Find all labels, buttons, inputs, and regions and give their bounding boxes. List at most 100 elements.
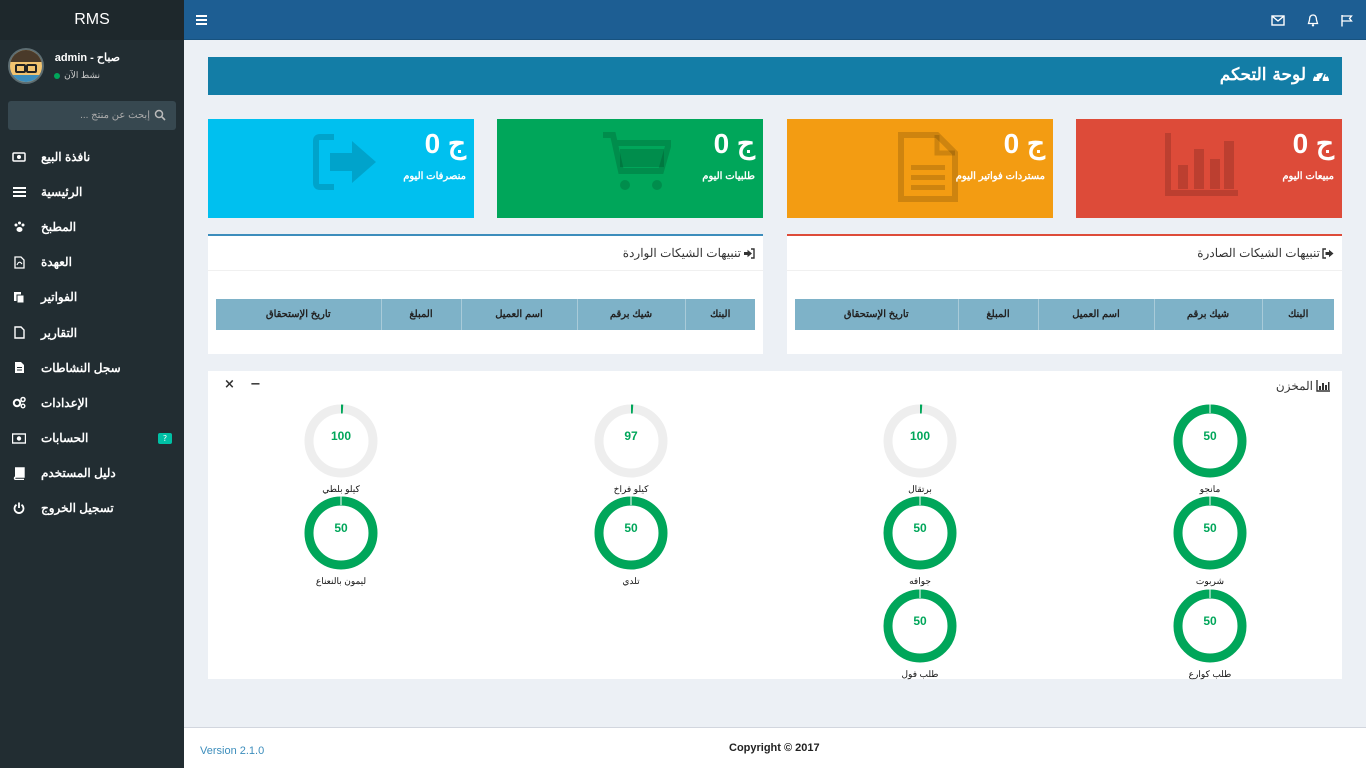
document-icon xyxy=(898,132,958,202)
sign-out-icon xyxy=(1322,247,1334,259)
gauge-label: ليمون بالنعناع xyxy=(315,576,367,586)
dashboard-icon xyxy=(1313,71,1329,82)
tile-sales-today[interactable]: 0 ج مبيعات اليوم xyxy=(1076,119,1342,218)
gauge-value: 50 xyxy=(913,614,927,628)
column-header[interactable]: شيك برقم xyxy=(576,299,685,330)
badge: ? xyxy=(158,432,172,444)
sidebar-item[interactable]: العهدة xyxy=(0,245,184,280)
cart-icon xyxy=(603,132,671,190)
envelope-icon[interactable] xyxy=(1271,14,1285,27)
tile-invoice-returns-today[interactable]: 0 ج مستردات فواتير اليوم xyxy=(787,119,1053,218)
bar-chart-icon xyxy=(1316,380,1330,392)
column-header[interactable]: البنك xyxy=(1261,299,1334,330)
sidebar-item[interactable]: الفواتير xyxy=(0,280,184,315)
tile-label: طلبيات اليوم xyxy=(702,171,755,182)
stock-gauge: 50 طلب فول xyxy=(880,586,960,680)
flag-icon[interactable] xyxy=(1340,14,1354,27)
stock-gauge: 50 مانجو xyxy=(1170,401,1250,495)
sidebar-item-label: التقارير xyxy=(41,325,78,340)
gauge-value: 100 xyxy=(909,429,931,443)
column-header[interactable]: تاريخ الإستحقاق xyxy=(795,299,958,330)
cash-register-icon xyxy=(12,150,26,164)
panel-title: تنبيهات الشيكات الصادرة xyxy=(1197,246,1334,260)
column-header[interactable]: اسم العميل xyxy=(460,299,577,330)
tile-label: منصرفات اليوم xyxy=(403,171,466,182)
search-input[interactable] xyxy=(8,101,176,130)
stock-title: المخزن xyxy=(1276,379,1330,393)
sidebar-item[interactable]: تسجيل الخروج xyxy=(0,491,184,526)
sidebar-item-label: الإعدادات xyxy=(41,395,88,410)
tile-expenses-today[interactable]: 0 ج منصرفات اليوم xyxy=(208,119,474,218)
column-header[interactable]: شيك برقم xyxy=(1153,299,1262,330)
list-icon xyxy=(12,185,26,199)
online-dot-icon xyxy=(54,72,61,79)
user-panel: admin - صباح نشط الآن xyxy=(0,40,184,95)
gauge-label: طلب فول xyxy=(901,669,939,679)
sidebar-item-label: تسجيل الخروج xyxy=(41,501,114,516)
paw-icon xyxy=(12,220,26,234)
bar-chart-icon xyxy=(1165,133,1238,196)
stock-gauge: 50 طلب كوارع xyxy=(1170,586,1250,680)
minimize-button[interactable]: − xyxy=(250,377,261,392)
gauge-value: 50 xyxy=(624,521,638,535)
tile-value: 0 ج xyxy=(1003,128,1045,159)
sign-out-icon xyxy=(313,134,376,190)
tile-value: 0 ج xyxy=(1292,128,1334,159)
sidebar-item-label: المطبخ xyxy=(41,219,77,234)
column-header[interactable]: اسم العميل xyxy=(1037,299,1154,330)
column-header[interactable]: المبلغ xyxy=(957,299,1038,330)
panel-title-text: تنبيهات الشيكات الصادرة xyxy=(1197,246,1320,260)
hamburger-icon[interactable] xyxy=(196,14,208,26)
page-title-bar: لوحة التحكم xyxy=(208,57,1342,95)
tile-label: مبيعات اليوم xyxy=(1282,171,1334,182)
column-header[interactable]: المبلغ xyxy=(380,299,461,330)
gauge-value: 50 xyxy=(1203,614,1217,628)
tile-label: مستردات فواتير اليوم xyxy=(955,171,1045,182)
stock-gauge: 50 تلدي xyxy=(591,493,671,587)
gauge-value: 100 xyxy=(330,429,352,443)
stock-panel: المخزن − × 50 مانجو 100 برتقال 97 كيلو فراخ 10… xyxy=(208,371,1342,679)
top-navbar xyxy=(184,0,1366,40)
sidebar-item[interactable]: الرئيسية xyxy=(0,174,184,209)
panel-header: تنبيهات الشيكات الواردة xyxy=(208,236,763,271)
tile-value: 0 ج xyxy=(424,128,466,159)
sidebar-item-label: دليل المستخدم xyxy=(41,466,116,481)
stock-gauge: 100 برتقال xyxy=(880,401,960,495)
panel-title-text: تنبيهات الشيكات الواردة xyxy=(622,246,741,260)
search-box xyxy=(8,101,176,130)
sidebar-item-label: العهدة xyxy=(41,255,72,270)
stock-gauge: 50 جوافه xyxy=(880,493,960,587)
sidebar-item[interactable]: المطبخ xyxy=(0,209,184,244)
sidebar-item[interactable]: سجل النشاطات xyxy=(0,350,184,385)
sidebar: RMS admin - صباح نشط الآن نافذة البيع الر… xyxy=(0,0,184,768)
book-icon xyxy=(12,466,26,480)
tile-orders-today[interactable]: 0 ج طلبيات اليوم xyxy=(497,119,763,218)
gauge-label: طلب كوارع xyxy=(1188,669,1232,679)
page-title: لوحة التحكم xyxy=(1220,65,1330,85)
sidebar-item[interactable]: دليل المستخدم xyxy=(0,456,184,491)
file-icon xyxy=(12,326,26,340)
incoming-cheques-panel: تنبيهات الشيكات الواردة البنك شيك برقم ا… xyxy=(208,234,763,354)
power-icon xyxy=(12,501,26,515)
version-text: Version 2.1.0 xyxy=(200,745,265,757)
sidebar-item[interactable]: التقارير xyxy=(0,315,184,350)
pdf-file-icon xyxy=(12,255,26,269)
sign-in-icon xyxy=(744,247,755,259)
sidebar-menu: نافذة البيع الرئيسية المطبخ العهدة الفواتير ا… xyxy=(0,139,184,526)
stock-gauge: 97 كيلو فراخ xyxy=(591,401,671,495)
column-header[interactable]: تاريخ الإستحقاق xyxy=(216,299,381,330)
close-button[interactable]: × xyxy=(224,377,235,392)
sidebar-item[interactable]: الحسابات? xyxy=(0,421,184,456)
column-header[interactable]: البنك xyxy=(684,299,755,330)
sidebar-item[interactable]: نافذة البيع xyxy=(0,139,184,174)
copyright-text: Copyright © 2017 xyxy=(729,742,820,754)
search-icon[interactable] xyxy=(154,109,166,121)
gauge-value: 50 xyxy=(334,521,348,535)
footer: Version 2.1.0 Copyright © 2017 xyxy=(184,727,1366,768)
gauge-value: 50 xyxy=(1203,429,1217,443)
sidebar-item[interactable]: الإعدادات xyxy=(0,385,184,420)
bell-icon[interactable] xyxy=(1306,14,1320,27)
avatar xyxy=(8,48,44,84)
outgoing-cheques-table: البنك شيك برقم اسم العميل المبلغ تاريخ ا… xyxy=(795,299,1334,330)
brand-logo[interactable]: RMS xyxy=(0,0,184,40)
